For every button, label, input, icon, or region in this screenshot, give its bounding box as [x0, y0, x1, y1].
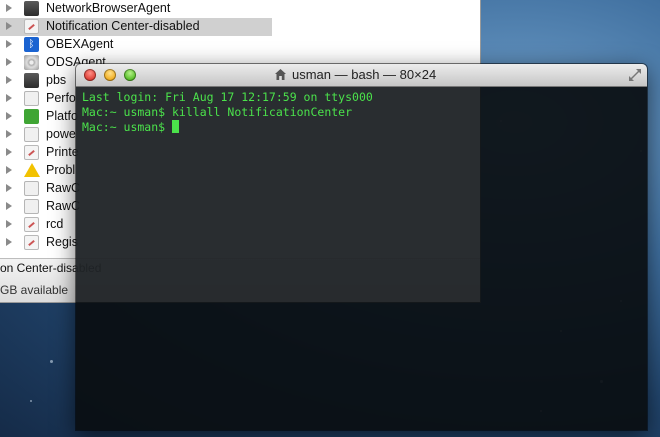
minimize-button[interactable]: [104, 69, 116, 81]
list-item-label: rcd: [46, 217, 64, 231]
list-item-label: OBEXAgent: [46, 37, 114, 51]
home-icon: [275, 69, 286, 80]
list-item-label: Printe: [46, 145, 79, 159]
list-item[interactable]: ᛒ OBEXAgent: [0, 36, 272, 54]
disclosure-triangle-icon[interactable]: [6, 22, 12, 30]
disclosure-triangle-icon[interactable]: [6, 184, 12, 192]
list-item-label: Notification Center-disabled: [46, 19, 200, 33]
fullscreen-icon[interactable]: [629, 69, 641, 81]
disclosure-triangle-icon[interactable]: [6, 112, 12, 120]
list-item-label: RawC: [46, 181, 81, 195]
list-item-label: Regis: [46, 235, 78, 249]
terminal-prompt: Mac:~ usman$: [82, 120, 173, 134]
binary-icon: [24, 73, 39, 88]
app-document-icon: [24, 19, 39, 34]
disclosure-triangle-icon[interactable]: [6, 76, 12, 84]
disclosure-triangle-icon[interactable]: [6, 238, 12, 246]
disclosure-triangle-icon[interactable]: [6, 202, 12, 210]
list-item-label: powe: [46, 127, 76, 141]
list-item-label: Probl: [46, 163, 76, 177]
terminal-screen[interactable]: Last login: Fri Aug 17 12:17:59 on ttys0…: [76, 87, 647, 430]
list-item-label: Perfo: [46, 91, 76, 105]
shield-icon: [24, 181, 39, 196]
disc-icon: [24, 55, 39, 70]
disclosure-triangle-icon[interactable]: [6, 130, 12, 138]
app-document-icon: [24, 235, 39, 250]
disclosure-triangle-icon[interactable]: [6, 94, 12, 102]
list-item-label: pbs: [46, 73, 67, 87]
app-document-icon: [24, 217, 39, 232]
terminal-line: Last login: Fri Aug 17 12:17:59 on ttys0…: [82, 90, 373, 104]
terminal-titlebar[interactable]: usman — bash — 80×24: [76, 64, 647, 87]
close-button[interactable]: [84, 69, 96, 81]
warning-icon: [24, 163, 40, 177]
list-item-label: NetworkBrowserAgent: [46, 1, 171, 15]
terminal-window[interactable]: usman — bash — 80×24 Last login: Fri Aug…: [76, 64, 647, 430]
zoom-button[interactable]: [124, 69, 136, 81]
text-cursor: [172, 120, 180, 133]
disclosure-triangle-icon[interactable]: [6, 166, 12, 174]
terminal-prompt-line[interactable]: Mac:~ usman$: [82, 120, 180, 134]
terminal-title: usman — bash — 80×24: [292, 67, 437, 82]
binary-icon: [24, 1, 39, 16]
disclosure-triangle-icon[interactable]: [6, 148, 12, 156]
star-speck: [30, 400, 32, 402]
list-item-label: Platfo: [46, 109, 78, 123]
available-space: GB available: [0, 283, 69, 297]
list-item[interactable]: Notification Center-disabled: [0, 18, 272, 36]
disclosure-triangle-icon[interactable]: [6, 4, 12, 12]
disclosure-triangle-icon[interactable]: [6, 58, 12, 66]
disclosure-triangle-icon[interactable]: [6, 40, 12, 48]
list-item-label: RawC: [46, 199, 81, 213]
star-speck: [50, 360, 53, 363]
shield-icon: [24, 127, 39, 142]
leaf-icon: [24, 109, 39, 124]
terminal-line: Mac:~ usman$ killall NotificationCenter: [82, 105, 353, 119]
bluetooth-icon: ᛒ: [24, 37, 39, 52]
app-document-icon: [24, 145, 39, 160]
shield-icon: [24, 199, 39, 214]
shield-icon: [24, 91, 39, 106]
disclosure-triangle-icon[interactable]: [6, 220, 12, 228]
list-item[interactable]: NetworkBrowserAgent: [0, 0, 272, 18]
